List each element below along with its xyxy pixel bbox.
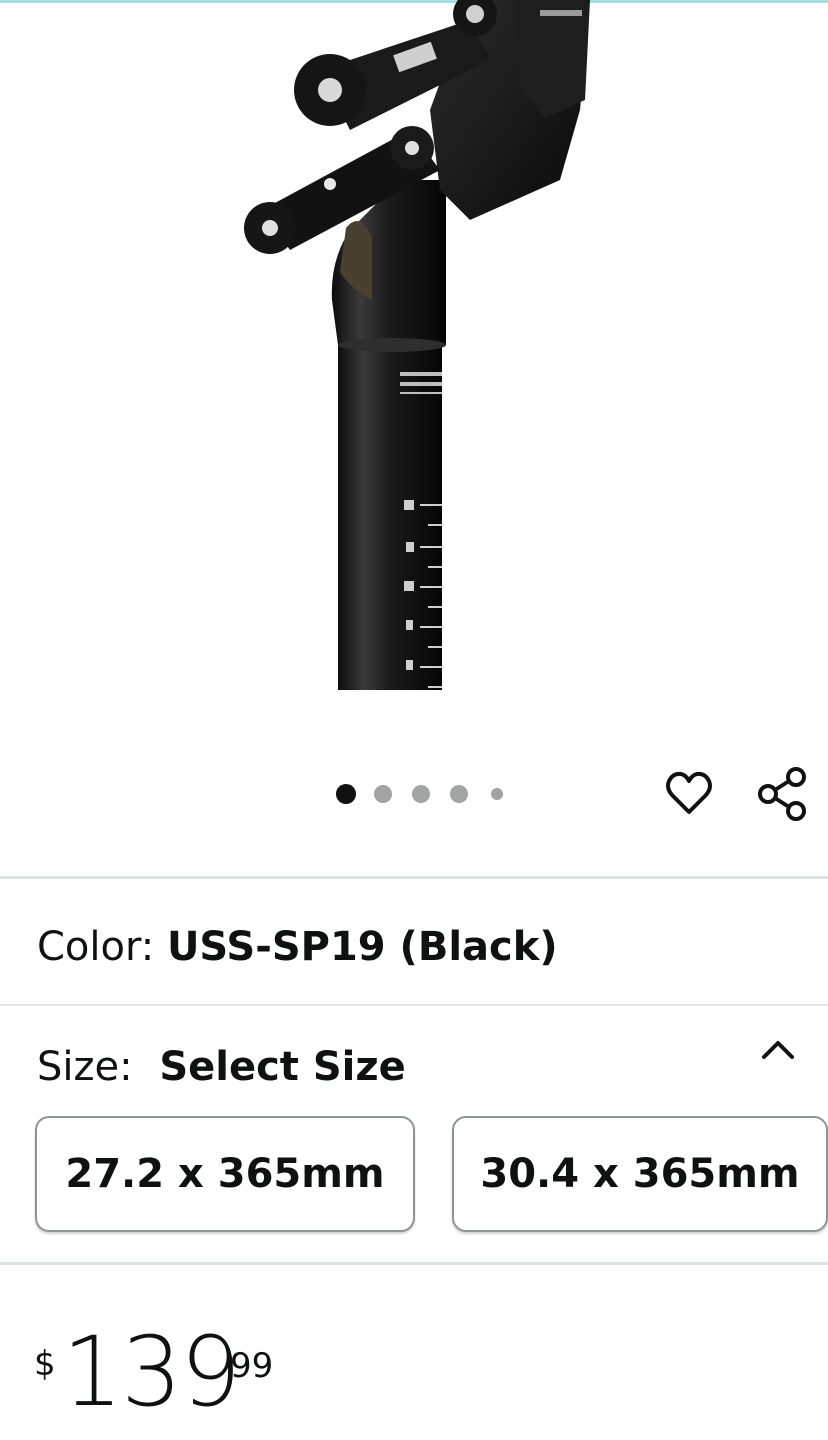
- size-option-30-4[interactable]: 30.4 x 365mm: [452, 1116, 828, 1232]
- carousel-dot-active: [336, 784, 356, 804]
- price-whole: 139: [62, 1316, 241, 1428]
- heart-icon[interactable]: [664, 768, 714, 818]
- price-currency-symbol: $: [34, 1344, 56, 1384]
- section-divider: [0, 1262, 828, 1265]
- carousel-dot: [491, 788, 503, 800]
- size-selector-header: Size: Select Size: [37, 1038, 406, 1096]
- chevron-up-icon[interactable]: [758, 1034, 798, 1064]
- price-fraction: 99: [230, 1346, 274, 1386]
- color-value: USS-SP19 (Black): [166, 924, 558, 970]
- size-label: Size:: [37, 1044, 133, 1090]
- size-option-27-2[interactable]: 27.2 x 365mm: [35, 1116, 415, 1232]
- section-divider: [0, 876, 828, 879]
- share-icon[interactable]: [756, 766, 810, 822]
- section-divider: [0, 1004, 828, 1006]
- size-value: Select Size: [159, 1044, 406, 1090]
- carousel-dot: [450, 785, 468, 803]
- color-selector: Color: USS-SP19 (Black): [37, 918, 558, 976]
- carousel-dot: [374, 785, 392, 803]
- color-label: Color:: [37, 924, 155, 970]
- product-image[interactable]: [0, 0, 828, 700]
- carousel-dot: [412, 785, 430, 803]
